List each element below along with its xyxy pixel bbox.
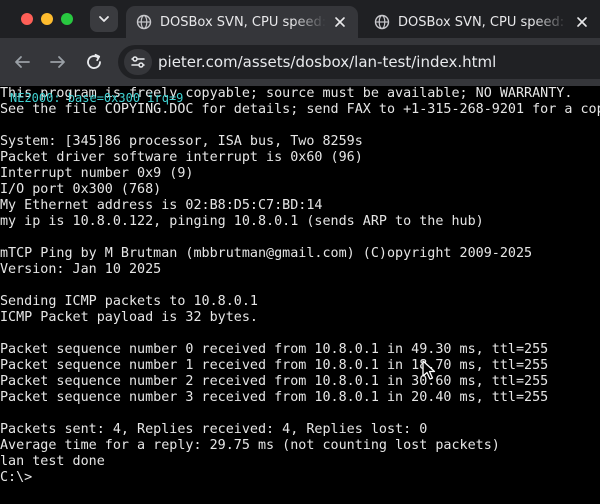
terminal-line: Packet sequence number 0 received from 1… (0, 342, 549, 357)
tab-title: DOSBox SVN, CPU speed: max (398, 14, 568, 30)
terminal-line: Sending ICMP packets to 10.8.0.1 (0, 294, 258, 309)
terminal-line: mTCP Ping by M Brutman (mbbrutman@gmail.… (0, 246, 533, 261)
url-text[interactable]: pieter.com/assets/dosbox/lan-test/index.… (158, 53, 496, 71)
window-minimize-button[interactable] (41, 13, 53, 25)
terminal-line: Average time for a reply: 29.75 ms (not … (0, 438, 500, 453)
url-host: pieter.com (158, 53, 238, 71)
tab-dosbox-active[interactable]: DOSBox SVN, CPU speed: max (126, 6, 358, 38)
terminal-line: ICMP Packet payload is 32 bytes. (0, 310, 258, 325)
globe-icon (136, 14, 152, 30)
window-maximize-button[interactable] (61, 13, 73, 25)
terminal-line: Packet sequence number 2 received from 1… (0, 374, 549, 389)
window-close-button[interactable] (21, 13, 33, 25)
terminal-line: my ip is 10.8.0.122, pinging 10.8.0.1 (s… (0, 214, 484, 229)
tab-search-button[interactable] (90, 6, 118, 32)
terminal-line: Packet sequence number 3 received from 1… (0, 390, 549, 405)
close-icon[interactable] (574, 14, 590, 30)
tab-dosbox-inactive[interactable]: DOSBox SVN, CPU speed: max (364, 6, 600, 38)
terminal-line: My Ethernet address is 02:B8:D5:C7:BD:14 (0, 198, 323, 213)
reload-icon[interactable] (83, 51, 105, 73)
address-bar[interactable]: pieter.com/assets/dosbox/lan-test/index.… (118, 45, 600, 79)
terminal-line: Packets sent: 4, Replies received: 4, Re… (0, 422, 428, 437)
terminal-line: Packet sequence number 1 received from 1… (0, 358, 549, 373)
terminal-line: Interrupt number 0x9 (9) (0, 166, 194, 181)
forward-arrow-icon[interactable] (47, 51, 69, 73)
terminal-line: I/O port 0x300 (768) (0, 182, 162, 197)
site-info-button[interactable] (124, 49, 152, 75)
tab-strip: DOSBox SVN, CPU speed: max DOSBox SVN, C… (0, 0, 600, 38)
terminal-line: System: [345]86 processor, ISA bus, Two … (0, 134, 363, 149)
mouse-cursor-icon (422, 360, 436, 380)
terminal-line: lan test done (0, 454, 105, 469)
url-path: /assets/dosbox/lan-test/index.html (237, 53, 497, 71)
ne2000-status-overlay: NE2000: base=0x300 irq=9 (10, 91, 184, 105)
tab-title: DOSBox SVN, CPU speed: max (160, 14, 326, 30)
terminal-line: Version: Jan 10 2025 (0, 262, 162, 277)
back-arrow-icon[interactable] (11, 51, 33, 73)
dosbox-terminal[interactable]: This program is freely copyable; source … (0, 86, 600, 504)
browser-toolbar: pieter.com/assets/dosbox/lan-test/index.… (0, 38, 600, 86)
tab-search-icon (99, 16, 109, 22)
close-icon[interactable] (332, 14, 348, 30)
globe-icon (374, 14, 390, 30)
terminal-line: C:\> (0, 470, 33, 485)
site-info-icon (131, 56, 145, 68)
terminal-line: Packet driver software interrupt is 0x60… (0, 150, 363, 165)
